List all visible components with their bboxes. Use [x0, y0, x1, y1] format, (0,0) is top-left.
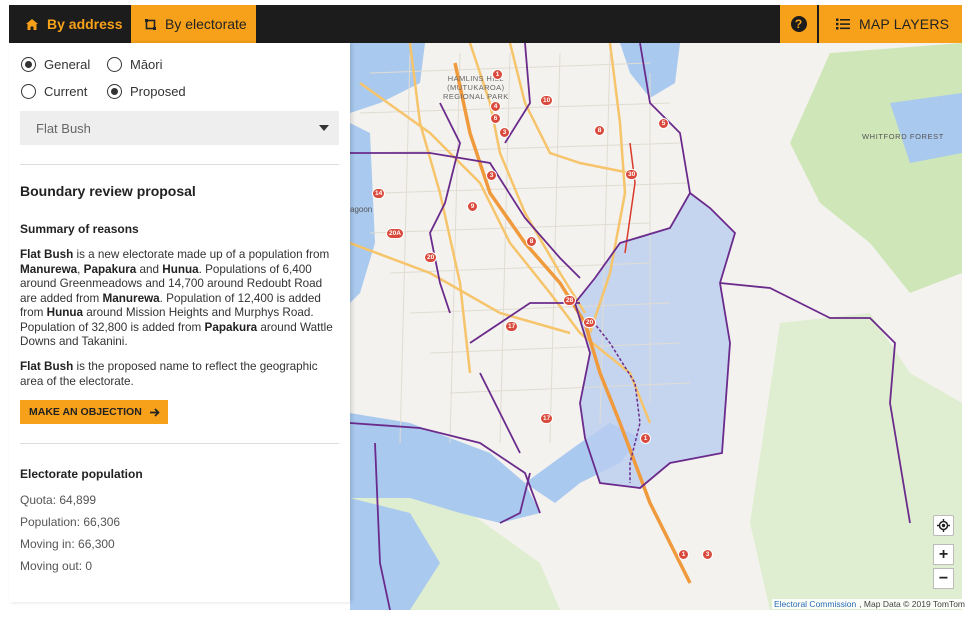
route-badge: 5 [658, 118, 669, 129]
emphasis-text: Hunua [162, 262, 199, 276]
quota-value: Quota: 64,899 [20, 493, 97, 507]
radio-proposed-control[interactable] [107, 84, 122, 99]
help-icon: ? [790, 16, 807, 32]
top-bar: By address By electorate ? MAP LAYERS [9, 5, 962, 43]
electorate-select[interactable]: Flat Bush [20, 111, 339, 145]
emphasis-text: Papakura [83, 262, 137, 276]
radio-maori[interactable]: Māori [107, 57, 163, 72]
route-badge: 3 [702, 549, 713, 560]
route-badge: 9 [467, 201, 478, 212]
radio-current[interactable]: Current [21, 84, 87, 99]
body-text: and [136, 262, 163, 276]
route-badge: 28 [563, 295, 577, 306]
population-heading: Electorate population [20, 467, 143, 481]
sidebar: General Māori Current Proposed Flat Bush… [9, 43, 350, 602]
name-paragraph: Flat Bush is the proposed name to reflec… [20, 360, 340, 389]
route-badge: 1 [492, 69, 503, 80]
route-badge: 3 [486, 170, 497, 181]
emphasis-text: Papakura [204, 320, 258, 334]
tab-by-electorate[interactable]: By electorate [131, 5, 256, 43]
route-badge: 30 [625, 169, 639, 180]
radio-proposed[interactable]: Proposed [107, 84, 186, 99]
locate-button[interactable] [933, 515, 954, 536]
route-badge: 1 [640, 433, 651, 444]
route-badge: 8 [526, 236, 537, 247]
summary-paragraph: Flat Bush is a new electorate made up of… [20, 248, 340, 350]
emphasis-text: Manurewa [102, 291, 160, 305]
route-badge: 10 [540, 95, 554, 106]
radio-general[interactable]: General [21, 57, 90, 72]
route-badge: 8 [594, 125, 605, 136]
route-badge: 17 [505, 321, 519, 332]
emphasis-text: Flat Bush [20, 248, 74, 261]
population-value: Population: 66,306 [20, 515, 121, 529]
route-badge: 1 [678, 549, 689, 560]
emphasis-text: Flat Bush [20, 360, 74, 373]
moving-out-value: Moving out: 0 [20, 559, 93, 573]
emphasis-text: Manurewa [20, 262, 78, 276]
radio-maori-control[interactable] [107, 57, 122, 72]
radio-current-label: Current [44, 84, 88, 99]
route-badge: 17 [540, 413, 554, 424]
arrow-right-icon [149, 407, 160, 417]
emphasis-text: Hunua [46, 306, 83, 319]
radio-general-label: General [44, 57, 91, 72]
zoom-in-button[interactable]: + [933, 544, 954, 565]
map-svg [350, 43, 962, 610]
radio-current-control[interactable] [21, 84, 36, 99]
route-badge: 3 [499, 127, 510, 138]
map-canvas[interactable]: HAMLINS HILL (MUTUKAROA) REGIONAL PARK W… [350, 43, 962, 610]
make-objection-label: MAKE AN OBJECTION [29, 406, 142, 418]
map-layers-button[interactable]: MAP LAYERS [819, 5, 962, 43]
map-layers-label: MAP LAYERS [859, 16, 950, 32]
moving-in-value: Moving in: 66,300 [20, 537, 115, 551]
route-badge: 20 [583, 317, 597, 328]
home-icon [26, 18, 38, 30]
zoom-out-button[interactable]: − [933, 568, 954, 589]
tab-by-address-label: By address [47, 16, 123, 32]
divider [20, 164, 339, 165]
map-attribution: Electoral Commission , Map Data © 2019 T… [772, 599, 967, 609]
route-badge: 6 [490, 113, 501, 124]
tab-by-address[interactable]: By address [9, 5, 131, 43]
radio-general-control[interactable] [21, 57, 36, 72]
locate-icon [937, 519, 950, 532]
summary-heading: Summary of reasons [20, 222, 139, 236]
route-badge: 20 [424, 252, 438, 263]
help-button[interactable]: ? [780, 5, 817, 43]
divider [20, 443, 339, 444]
list-icon [836, 18, 850, 30]
route-badge: 14 [372, 188, 386, 199]
tab-by-electorate-label: By electorate [165, 16, 247, 32]
park-label-line: (MUTUKAROA) [447, 83, 505, 92]
attribution-link[interactable]: Electoral Commission [774, 599, 856, 609]
body-text: is a new electorate made up of a populat… [73, 248, 330, 261]
park-label-line: REGIONAL PARK [443, 92, 509, 101]
attribution-text: , Map Data © 2019 TomTom [859, 599, 965, 609]
proposal-heading: Boundary review proposal [20, 183, 196, 199]
route-badge: 20A [386, 228, 404, 239]
route-badge: 4 [490, 101, 501, 112]
radio-maori-label: Māori [130, 57, 163, 72]
boundary-icon [145, 18, 156, 30]
make-objection-button[interactable]: MAKE AN OBJECTION [20, 400, 168, 424]
electorate-select-value: Flat Bush [36, 120, 91, 136]
lagoon-label: agoon [350, 205, 373, 214]
forest-label: WHITFORD FOREST [862, 132, 944, 141]
chevron-down-icon [319, 125, 329, 131]
radio-proposed-label: Proposed [130, 84, 186, 99]
